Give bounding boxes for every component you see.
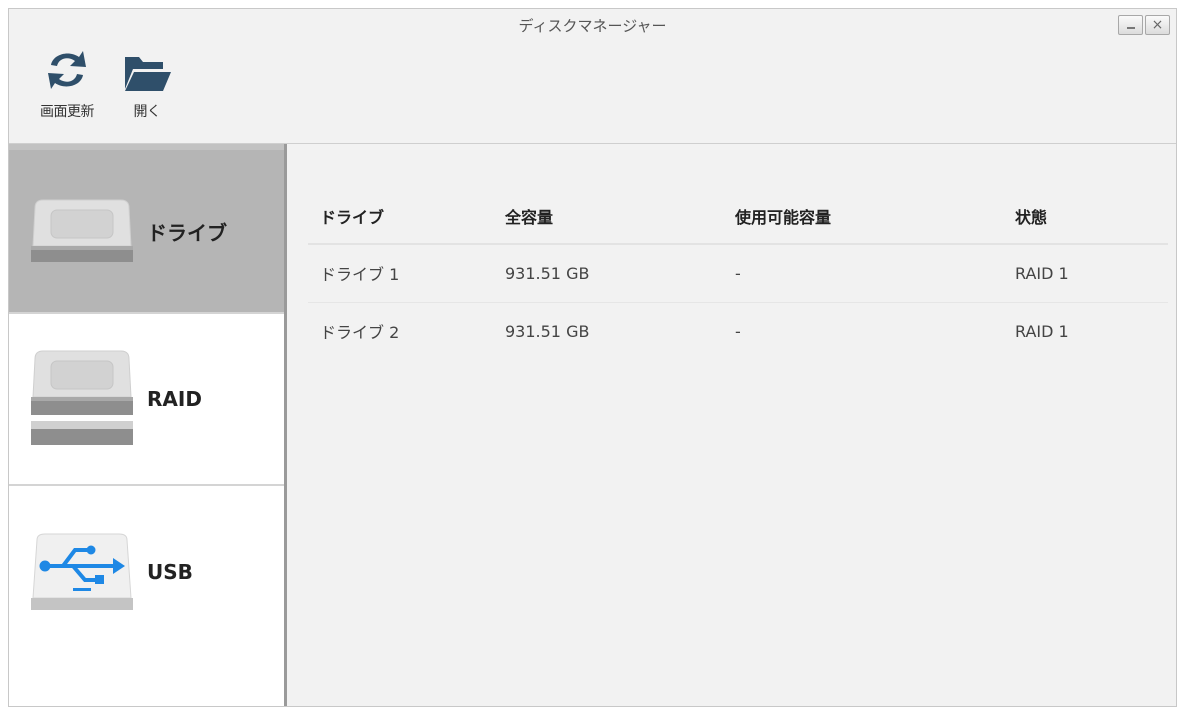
- available-capacity-cell: -: [723, 244, 1003, 303]
- total-capacity-cell: 931.51 GB: [493, 244, 723, 303]
- drive-table: ドライブ 全容量 使用可能容量 状態 ドライブ 1 931.51 GB - RA…: [308, 188, 1168, 360]
- open-button[interactable]: 開く: [119, 45, 175, 121]
- drive-name-cell: ドライブ 1: [308, 244, 493, 303]
- close-icon: ×: [1151, 17, 1164, 33]
- sidebar-item-label: ドライブ: [147, 220, 227, 245]
- sidebar: ドライブ RAID USB: [9, 144, 287, 706]
- refresh-icon: [48, 51, 86, 89]
- usb-drive-icon: [31, 533, 133, 610]
- window-controls: ×: [1118, 15, 1170, 35]
- sidebar-item-raid[interactable]: RAID: [9, 314, 284, 486]
- column-header-drive: ドライブ: [308, 188, 493, 245]
- column-header-total-capacity: 全容量: [493, 188, 723, 245]
- minimize-icon: [1127, 27, 1135, 29]
- refresh-label: 画面更新: [40, 104, 95, 120]
- open-label: 開く: [133, 104, 162, 120]
- table-header-row: ドライブ 全容量 使用可能容量 状態: [308, 188, 1168, 245]
- close-button[interactable]: ×: [1145, 15, 1170, 35]
- main-panel: ドライブ 全容量 使用可能容量 状態 ドライブ 1 931.51 GB - RA…: [290, 144, 1176, 706]
- total-capacity-cell: 931.51 GB: [505, 321, 590, 341]
- refresh-button[interactable]: 画面更新: [39, 45, 95, 121]
- status-cell: RAID 1: [1015, 321, 1069, 341]
- table-row[interactable]: ドライブ 2 931.51 GB - RAID 1: [308, 302, 1168, 360]
- minimize-button[interactable]: [1118, 15, 1143, 35]
- hard-drive-icon: [31, 199, 133, 262]
- column-header-status: 状態: [1003, 188, 1168, 245]
- disk-manager-window: ディスクマネージャー × 画面更新 開く ドライブ RAID USB ドライブ …: [8, 8, 1177, 707]
- drive-name-cell: ドライブ 2: [320, 323, 400, 343]
- folder-icon: [125, 57, 171, 91]
- sidebar-item-label: USB: [147, 560, 193, 584]
- window-title: ディスクマネージャー: [518, 17, 667, 35]
- available-capacity-cell: -: [735, 321, 741, 341]
- table-row[interactable]: ドライブ 1 931.51 GB - RAID 1: [308, 244, 1168, 303]
- raid-drives-icon: [31, 350, 133, 445]
- sidebar-item-usb[interactable]: USB: [9, 486, 284, 658]
- column-header-available-capacity: 使用可能容量: [723, 188, 1003, 245]
- sidebar-item-drive[interactable]: ドライブ: [9, 144, 284, 314]
- sidebar-item-label: RAID: [147, 387, 202, 411]
- status-cell: RAID 1: [1003, 244, 1168, 303]
